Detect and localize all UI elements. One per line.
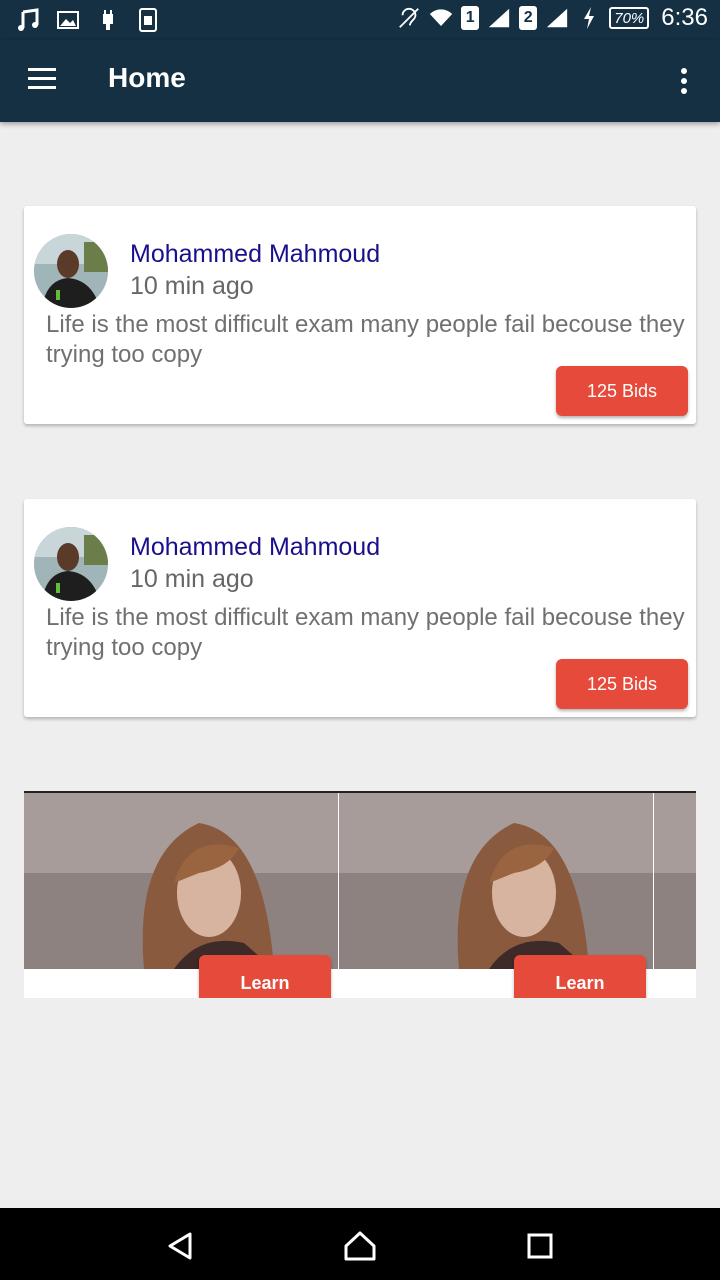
image-icon xyxy=(56,6,80,34)
clock: 6:36 xyxy=(661,4,708,31)
learn-button[interactable]: Learn xyxy=(514,955,646,998)
portrait-photo[interactable] xyxy=(339,793,653,969)
home-icon[interactable] xyxy=(342,1228,378,1264)
signal-icon xyxy=(487,4,511,32)
portrait-photo[interactable] xyxy=(654,793,696,969)
bids-button[interactable]: 125 Bids xyxy=(556,659,688,709)
sim1-badge: 1 xyxy=(461,6,480,30)
charging-icon xyxy=(577,4,601,32)
hearing-aid-icon xyxy=(397,4,421,32)
battery-level: 70% xyxy=(609,7,650,29)
back-icon[interactable] xyxy=(162,1228,198,1264)
post-card[interactable]: Mohammed Mahmoud 10 min ago Life is the … xyxy=(24,499,696,717)
music-icon xyxy=(16,6,40,34)
app-bar: Home xyxy=(0,40,720,122)
carousel-item[interactable] xyxy=(654,793,696,998)
more-vert-icon[interactable] xyxy=(680,68,688,94)
signal-icon xyxy=(545,4,569,32)
post-card[interactable]: Mohammed Mahmoud 10 min ago Life is the … xyxy=(24,206,696,424)
author-name[interactable]: Mohammed Mahmoud xyxy=(130,240,380,269)
post-time: 10 min ago xyxy=(130,272,254,300)
carousel-item[interactable]: Learn xyxy=(24,793,338,998)
page-title: Home xyxy=(108,62,186,93)
avatar[interactable] xyxy=(34,527,108,601)
status-bar: 1 2 70% 6:36 xyxy=(0,0,720,40)
navigation-bar xyxy=(0,1208,720,1280)
sim-card-icon xyxy=(136,6,160,34)
sim2-badge: 2 xyxy=(519,6,538,30)
bids-button[interactable]: 125 Bids xyxy=(556,366,688,416)
post-text: Life is the most difficult exam many peo… xyxy=(46,311,685,368)
wifi-icon xyxy=(429,4,453,32)
usb-icon xyxy=(96,6,120,34)
menu-icon[interactable] xyxy=(28,68,56,92)
avatar[interactable] xyxy=(34,234,108,308)
post-time: 10 min ago xyxy=(130,565,254,593)
author-name[interactable]: Mohammed Mahmoud xyxy=(130,533,380,562)
post-text: Life is the most difficult exam many peo… xyxy=(46,604,685,661)
image-carousel[interactable]: Learn Learn xyxy=(24,791,696,998)
carousel-item[interactable]: Learn xyxy=(339,793,653,998)
recents-icon[interactable] xyxy=(522,1228,558,1264)
portrait-photo[interactable] xyxy=(24,793,338,969)
learn-button[interactable]: Learn xyxy=(199,955,331,998)
